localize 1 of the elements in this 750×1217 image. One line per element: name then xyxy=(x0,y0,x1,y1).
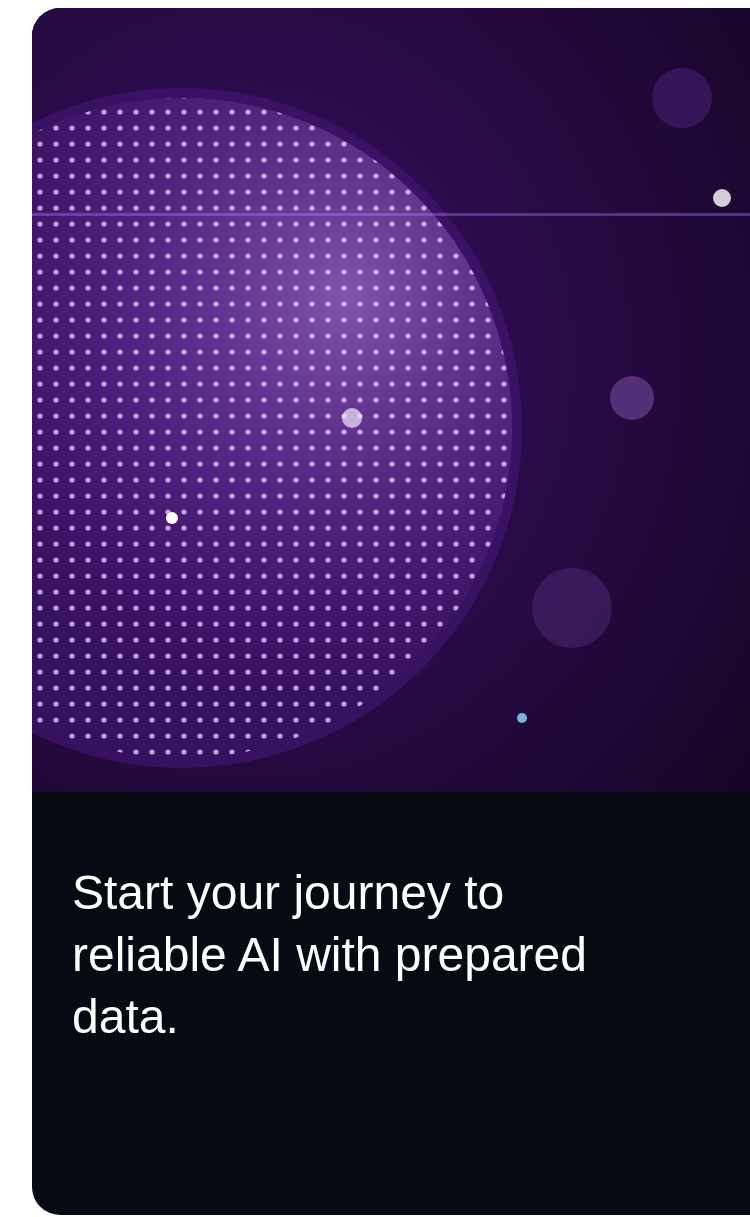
card-caption: Start your journey to reliable AI with prepared data. xyxy=(71,865,588,1045)
